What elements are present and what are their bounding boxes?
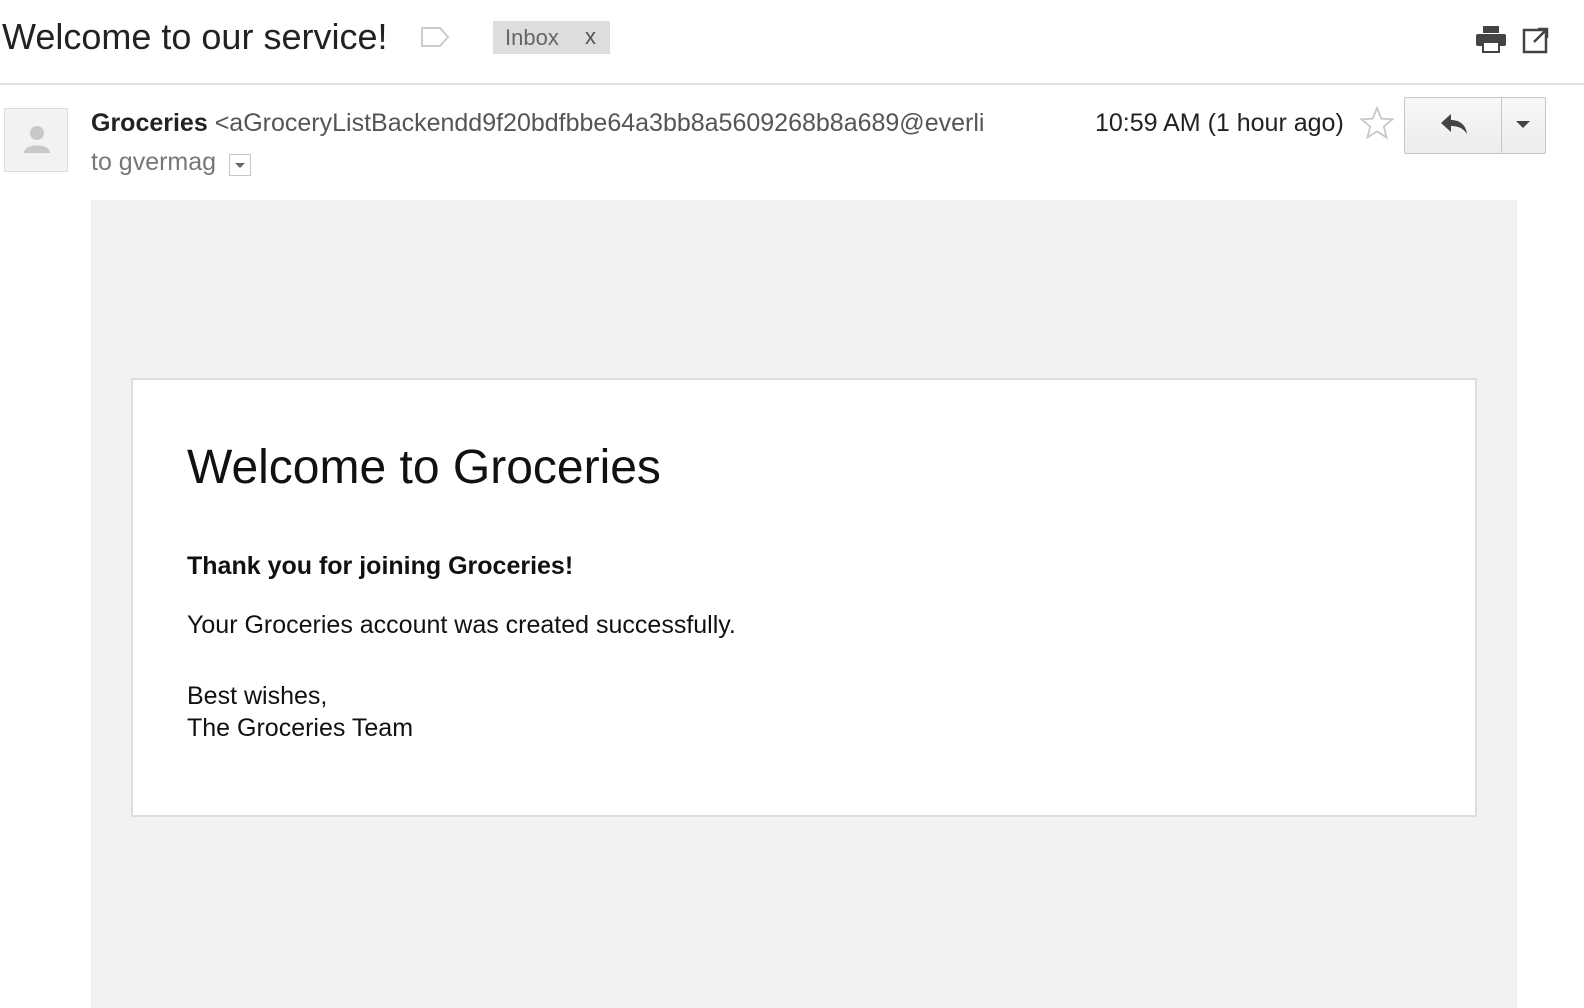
sender-email: <aGroceryListBackendd9f20bdfbbe64a3bb8a5… <box>214 109 985 137</box>
reply-button[interactable] <box>1405 98 1502 153</box>
email-subject: Welcome to our service! <box>2 16 388 57</box>
subject-bar: Welcome to our service! Inbox x <box>0 0 1584 85</box>
print-icon[interactable] <box>1474 24 1508 54</box>
sender-name[interactable]: Groceries <box>91 109 208 137</box>
card-heading: Welcome to Groceries <box>187 441 661 494</box>
signoff-line-2: The Groceries Team <box>187 714 414 742</box>
message-card: Welcome to Groceries Thank you for joini… <box>131 378 1477 817</box>
reply-button-group <box>1404 97 1546 154</box>
more-actions-button[interactable] <box>1502 98 1545 153</box>
sender-line: Groceries <aGroceryListBackendd9f20bdfbb… <box>91 109 997 141</box>
signoff-line-1: Best wishes, <box>187 682 328 710</box>
remove-label-button[interactable]: x <box>585 24 596 50</box>
recipient-line: to gvermag <box>91 148 217 176</box>
show-details-button[interactable] <box>229 154 251 176</box>
label-chip-inbox[interactable]: Inbox x <box>493 21 610 54</box>
card-text: Your Groceries account was created succe… <box>187 611 736 639</box>
message-timestamp: 10:59 AM (1 hour ago) <box>1095 109 1344 137</box>
label-icon[interactable] <box>420 26 450 48</box>
email-view: Welcome to our service! Inbox x Grocerie… <box>0 0 1584 1008</box>
star-icon[interactable] <box>1359 105 1395 140</box>
new-window-icon[interactable] <box>1522 26 1550 54</box>
label-chip-text: Inbox <box>505 24 559 50</box>
card-thanks: Thank you for joining Groceries! <box>187 552 574 580</box>
reply-icon <box>1441 114 1467 134</box>
person-icon <box>24 126 50 153</box>
avatar <box>4 108 68 172</box>
card-signoff: Best wishes, The Groceries Team <box>187 680 413 744</box>
